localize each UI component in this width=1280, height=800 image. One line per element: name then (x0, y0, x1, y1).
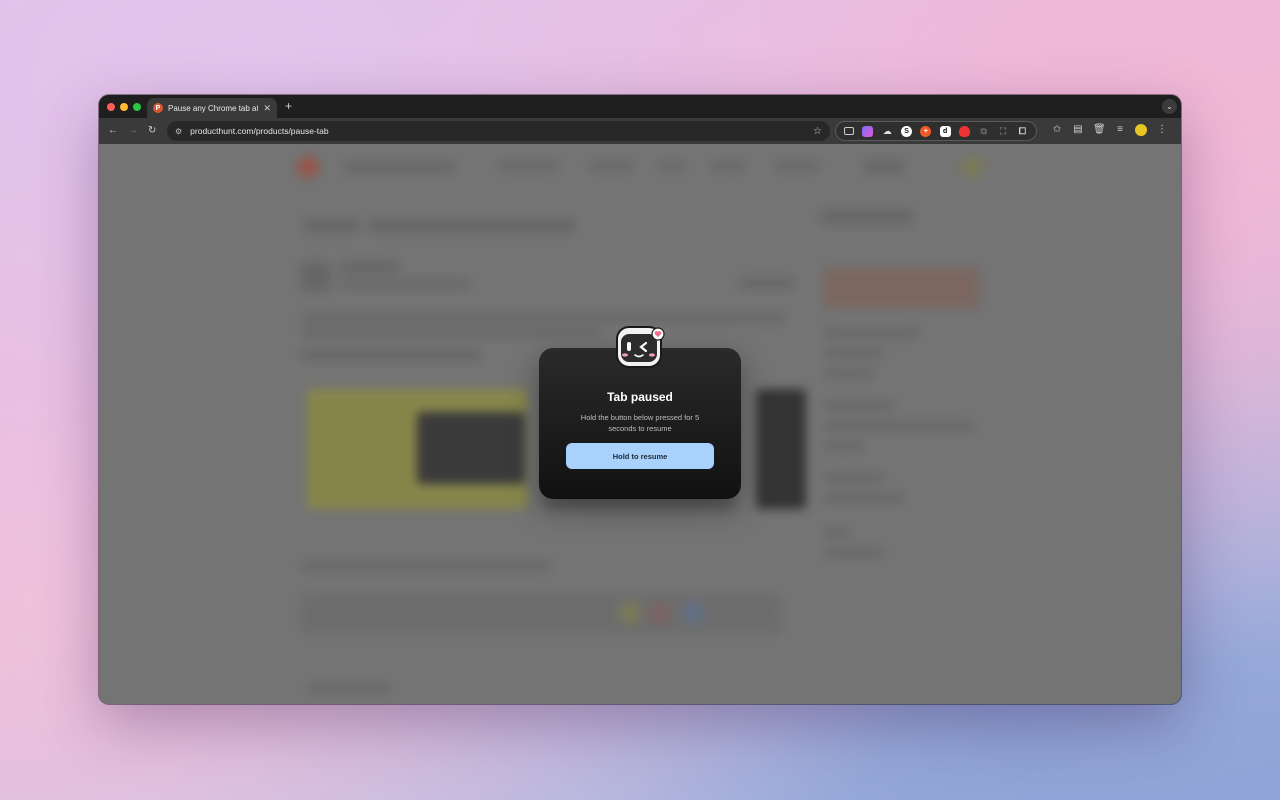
new-tab-button[interactable]: + (285, 99, 292, 113)
url-text: producthunt.com/products/pause-tab (190, 126, 329, 136)
expand-icon[interactable]: ⛶ (998, 126, 1009, 137)
hold-to-resume-button[interactable]: Hold to resume (566, 443, 714, 469)
reading-list-icon[interactable]: ≡ (1114, 123, 1126, 137)
dialog-description: Hold the button below pressed for 5 seco… (580, 413, 700, 433)
side-panel-icon[interactable]: ▤ (1072, 123, 1084, 137)
producthunt-favicon-icon: P (153, 103, 163, 113)
d-icon[interactable]: d (939, 125, 951, 137)
profile-avatar[interactable] (1135, 124, 1147, 136)
gem-icon[interactable] (862, 125, 874, 137)
tab-paused-dialog: Tab paused Hold the button below pressed… (539, 326, 741, 499)
bookmark-star-icon[interactable]: ☆ (813, 126, 822, 137)
minimize-window-button[interactable] (120, 103, 128, 111)
more-menu-icon[interactable]: ⋮ (1156, 123, 1168, 137)
browser-window: P Pause any Chrome tab at will ✕ + ⌄ ← →… (99, 95, 1181, 704)
robot-mascot-icon (616, 326, 665, 368)
page-content: Tab paused Hold the button below pressed… (99, 144, 1181, 704)
window-controls (107, 103, 141, 111)
puzzle-dim-icon[interactable]: ⧉ (978, 126, 989, 137)
bookmarks-icon[interactable]: ✩ (1051, 123, 1063, 137)
s-icon[interactable]: S (901, 125, 913, 137)
puzzle-icon[interactable]: ⧠ (1017, 126, 1028, 137)
back-arrow-icon[interactable]: ← (108, 124, 118, 138)
forward-arrow-icon[interactable]: → (128, 124, 138, 138)
site-info-icon[interactable]: ⚙ (175, 127, 182, 136)
tab-search-button[interactable]: ⌄ (1162, 99, 1177, 114)
tab-bar: P Pause any Chrome tab at will ✕ + ⌄ (99, 95, 1181, 118)
browser-toolbar: ← → ↻ ⚙ producthunt.com/products/pause-t… (99, 118, 1181, 144)
trash-icon[interactable]: 🗑 (1093, 123, 1106, 137)
close-window-button[interactable] (107, 103, 115, 111)
extensions-group: ☁ S + d ⧉ ⛶ ⧠ (835, 121, 1037, 141)
dialog-title: Tab paused (607, 390, 673, 404)
tab-icon[interactable] (844, 127, 855, 135)
address-bar[interactable]: ⚙ producthunt.com/products/pause-tab ☆ (167, 121, 830, 141)
close-tab-icon[interactable]: ✕ (263, 103, 271, 114)
maximize-window-button[interactable] (133, 103, 141, 111)
tab-title: Pause any Chrome tab at will (168, 103, 259, 113)
plus-icon[interactable]: + (920, 125, 932, 137)
shield-icon[interactable] (958, 125, 970, 137)
toolbar-right-icons: ✩ ▤ 🗑 ≡ ⋮ (1051, 123, 1168, 137)
browser-tab[interactable]: P Pause any Chrome tab at will ✕ (147, 98, 277, 118)
cloud-icon[interactable]: ☁ (882, 126, 893, 137)
reload-icon[interactable]: ↻ (148, 124, 156, 138)
